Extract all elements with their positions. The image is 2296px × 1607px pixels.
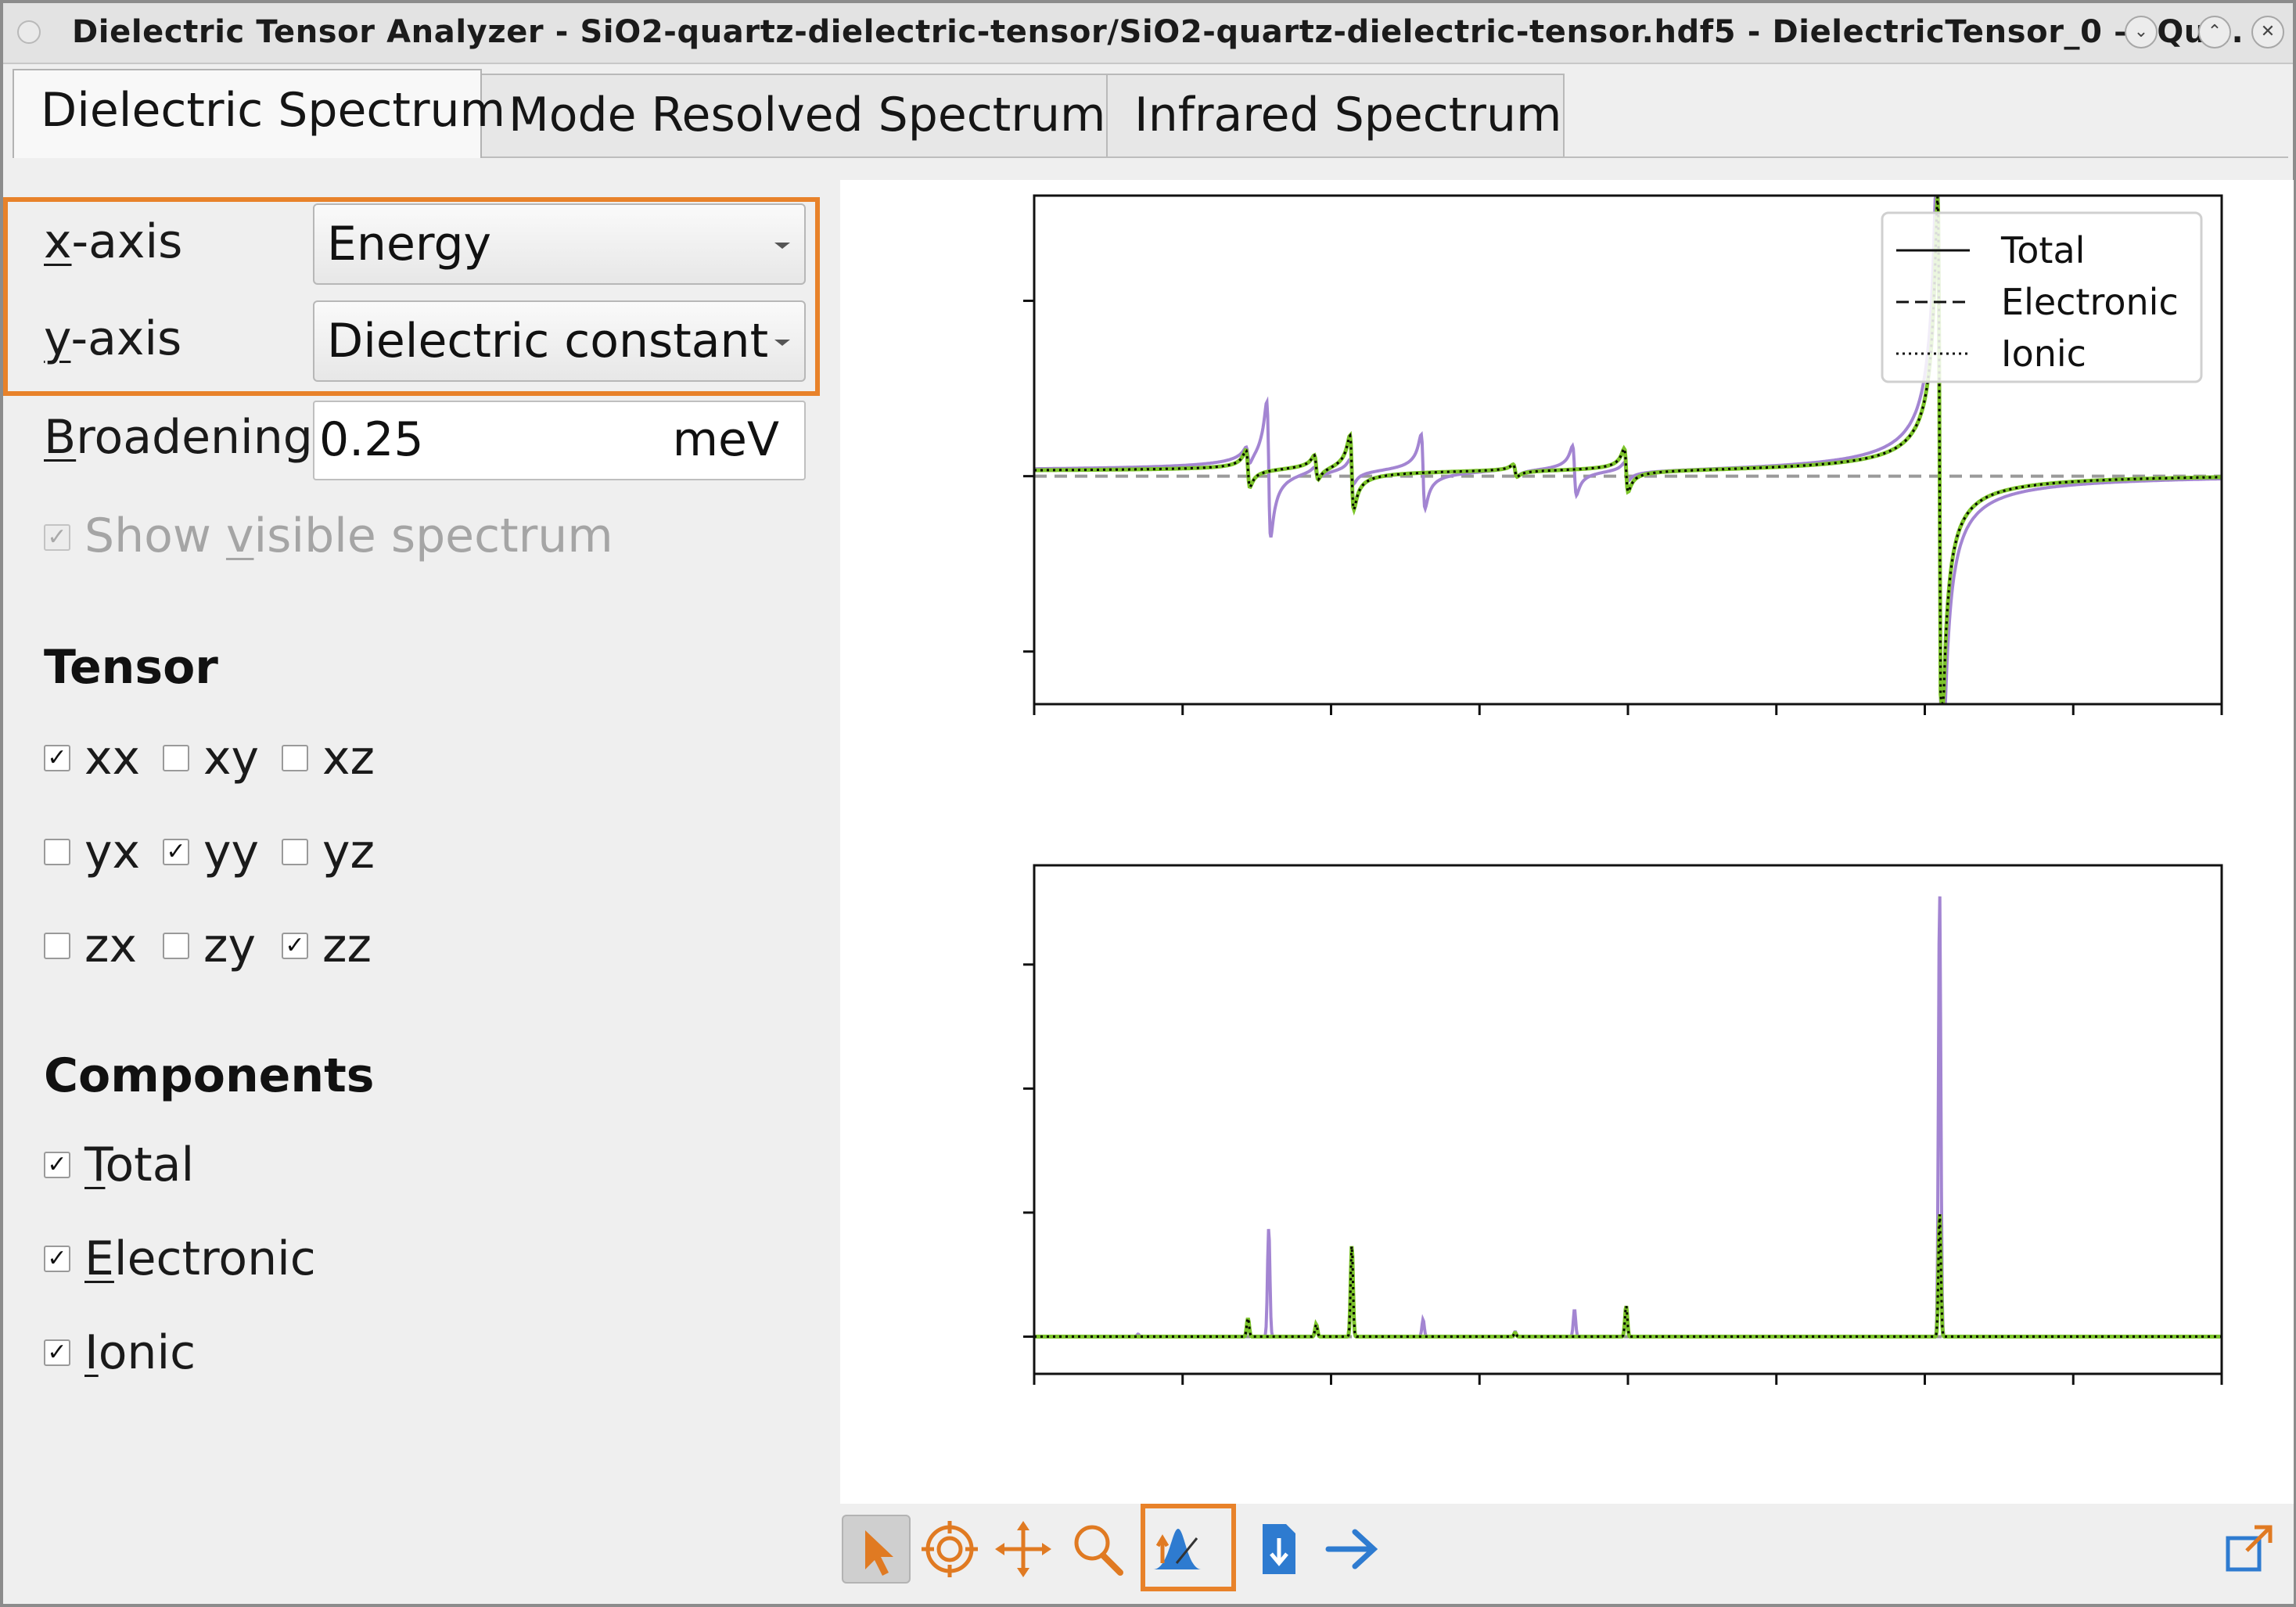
tensor-zz-label: zz <box>322 919 372 973</box>
component-electronic-label: Electronic <box>84 1231 316 1286</box>
broadening-value: 0.25 <box>319 412 424 467</box>
component-ionic-checkbox[interactable]: ✓ <box>44 1339 70 1366</box>
axes-background <box>1034 865 2222 1374</box>
broadening-unit: meV <box>672 412 779 467</box>
component-total-checkbox[interactable]: ✓ <box>44 1152 70 1178</box>
legend-label: Ionic <box>2001 333 2086 375</box>
axes-highlight-box <box>3 197 820 396</box>
component-electronic-checkbox[interactable]: ✓ <box>44 1246 70 1272</box>
tensor-zx-checkbox[interactable] <box>44 933 70 959</box>
maximize-button[interactable]: ⌃ <box>2198 16 2231 49</box>
tensor-yx-checkbox[interactable] <box>44 839 70 865</box>
crosshair-icon <box>922 1521 978 1577</box>
forward-button[interactable] <box>1317 1515 1386 1584</box>
tensor-zx-label: zx <box>84 919 138 973</box>
tensor-zy-label: zy <box>203 919 257 973</box>
forward-icon <box>1325 1529 1378 1569</box>
plot-imaginary <box>1023 864 2223 1385</box>
plot-figure[interactable]: Total Electronic Ionic <box>840 180 2294 1504</box>
detach-button[interactable] <box>2215 1515 2284 1584</box>
close-button[interactable]: ✕ <box>2251 16 2284 49</box>
crosshair-button[interactable] <box>915 1515 984 1584</box>
tensor-heading: Tensor <box>44 640 218 695</box>
tensor-yz-checkbox[interactable] <box>282 839 308 865</box>
window-title: Dielectric Tensor Analyzer - SiO2-quartz… <box>72 14 2244 50</box>
detach-icon <box>2226 1525 2273 1572</box>
tensor-xy-checkbox[interactable] <box>163 745 189 771</box>
select-arrow-icon <box>865 1530 893 1576</box>
component-total-label: Total <box>84 1138 195 1192</box>
minimize-button[interactable]: ⌄ <box>2125 16 2158 49</box>
tab-dielectric-spectrum[interactable]: Dielectric Spectrum <box>13 69 505 158</box>
show-visible-checkbox[interactable]: ✓ <box>44 524 70 551</box>
legend-label: Electronic <box>2001 281 2179 323</box>
plot-canvas[interactable]: Total Electronic Ionic <box>840 180 2294 1504</box>
pan-button[interactable] <box>989 1515 1058 1584</box>
legend: Total Electronic Ionic <box>1881 211 2203 383</box>
plot-real: Total Electronic Ionic <box>1023 194 2223 715</box>
window-menu-icon[interactable] <box>17 20 41 44</box>
component-ionic-label: Ionic <box>84 1325 196 1380</box>
tensor-yy-checkbox[interactable]: ✓ <box>163 839 189 865</box>
show-visible-label: Show visible spectrum <box>84 509 613 563</box>
save-icon <box>1263 1524 1295 1574</box>
tensor-xx-checkbox[interactable]: ✓ <box>44 745 70 771</box>
zoom-icon <box>1074 1525 1123 1576</box>
pan-icon <box>995 1521 1051 1577</box>
components-heading: Components <box>44 1048 375 1103</box>
peak-fit-highlight-box <box>1141 1504 1236 1591</box>
tensor-zy-checkbox[interactable] <box>163 933 189 959</box>
tensor-zz-checkbox[interactable]: ✓ <box>282 933 308 959</box>
tensor-yx-label: yx <box>84 825 141 879</box>
legend-label: Total <box>2000 229 2085 271</box>
tensor-xz-label: xz <box>322 731 375 786</box>
tensor-xy-label: xy <box>203 731 260 786</box>
tensor-xz-checkbox[interactable] <box>282 745 308 771</box>
title-bar[interactable]: Dielectric Tensor Analyzer - SiO2-quartz… <box>3 3 2293 64</box>
broadening-label: Broadening <box>44 410 313 465</box>
tab-mode-resolved-spectrum[interactable]: Mode Resolved Spectrum <box>480 74 1108 156</box>
tensor-yz-label: yz <box>322 825 375 879</box>
plot-toolbar <box>840 1504 2294 1604</box>
application-window: Dielectric Tensor Analyzer - SiO2-quartz… <box>0 0 2296 1607</box>
save-button[interactable] <box>1244 1515 1313 1584</box>
broadening-input[interactable]: 0.25 meV <box>313 401 806 480</box>
tensor-yy-label: yy <box>203 825 260 879</box>
tensor-xx-label: xx <box>84 731 141 786</box>
tab-infrared-spectrum[interactable]: Infrared Spectrum <box>1106 74 1565 156</box>
select-arrow-button[interactable] <box>842 1515 911 1584</box>
zoom-button[interactable] <box>1062 1515 1131 1584</box>
